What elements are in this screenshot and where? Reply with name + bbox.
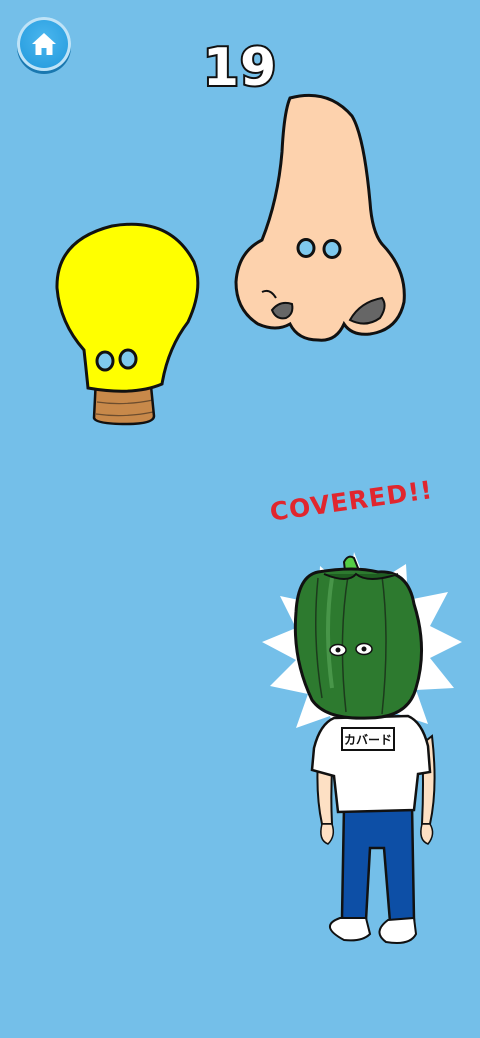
home-icon	[32, 33, 56, 55]
lightbulb-item[interactable]	[50, 218, 206, 430]
nose-item[interactable]	[232, 92, 410, 346]
shirt-text: カバード	[344, 733, 392, 747]
status-label: COVERED!!	[268, 475, 435, 527]
character[interactable]: カバード	[258, 548, 464, 948]
score-counter: 19	[201, 36, 278, 100]
home-button[interactable]	[17, 17, 71, 71]
